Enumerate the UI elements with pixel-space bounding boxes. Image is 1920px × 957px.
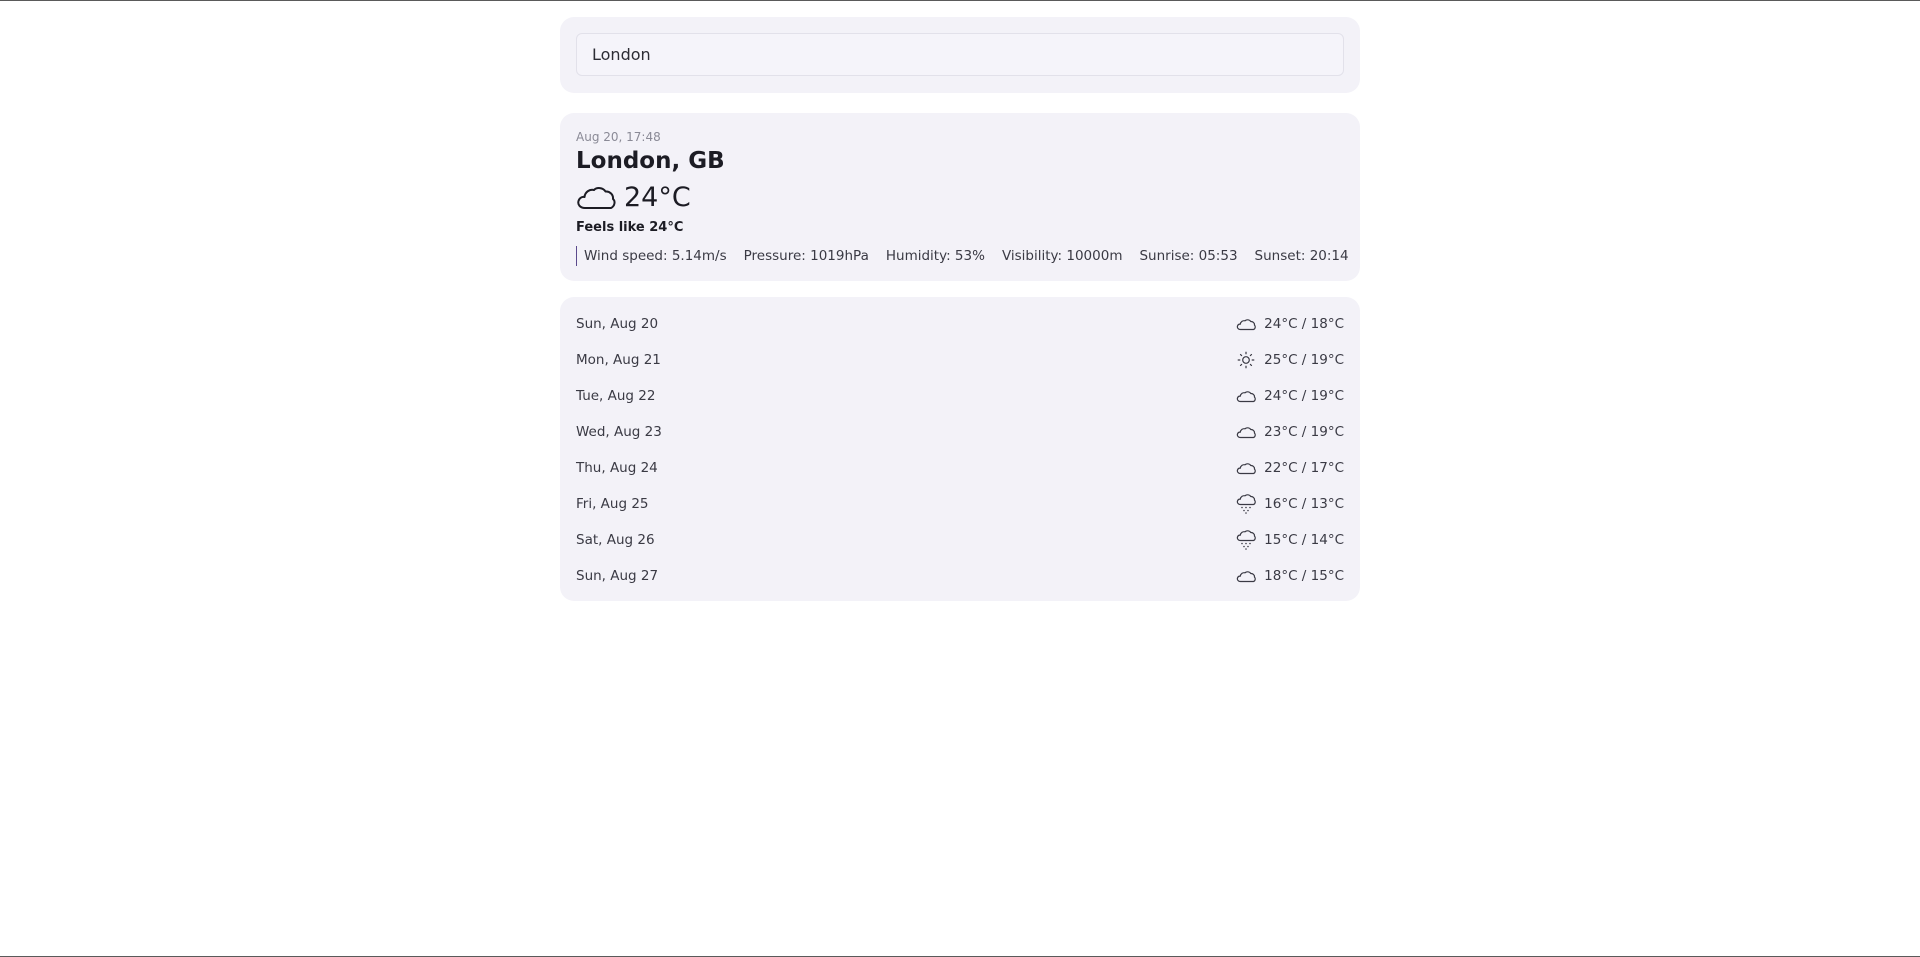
forecast-conditions: 22°C / 17°C (1236, 460, 1344, 476)
cloud-icon (1236, 569, 1264, 583)
weather-details: Wind speed: 5.14m/s Pressure: 1019hPa Hu… (576, 246, 1349, 266)
pressure: Pressure: 1019hPa (743, 248, 869, 264)
forecast-temps: 24°C / 19°C (1264, 388, 1344, 404)
forecast-day: Tue, Aug 22 (576, 388, 656, 404)
wind-speed: Wind speed: 5.14m/s (584, 248, 727, 264)
forecast-conditions: 23°C / 19°C (1236, 424, 1344, 440)
forecast-row: Fri, Aug 25 16°C / 13°C (576, 486, 1344, 522)
current-temperature: 24°C (624, 182, 691, 213)
cloud-icon (1236, 317, 1264, 331)
forecast-temps: 18°C / 15°C (1264, 568, 1344, 584)
humidity: Humidity: 53% (885, 248, 985, 264)
sunrise: Sunrise: 05:53 (1139, 248, 1238, 264)
forecast-row: Sat, Aug 26 15°C / 14°C (576, 522, 1344, 558)
forecast-day: Mon, Aug 21 (576, 352, 661, 368)
feels-like: Feels like 24°C (576, 220, 684, 235)
cloud-icon (1236, 461, 1264, 475)
forecast-row: Thu, Aug 24 22°C / 17°C (576, 450, 1344, 486)
forecast-card: Sun, Aug 20 24°C / 18°C Mon, Aug 21 25°C / … (560, 297, 1360, 601)
cloud-icon (576, 185, 616, 211)
forecast-conditions: 25°C / 19°C (1236, 351, 1344, 369)
forecast-row: Mon, Aug 21 25°C / 19°C (576, 342, 1344, 378)
sun-icon (1236, 351, 1264, 369)
visibility: Visibility: 10000m (1001, 248, 1123, 264)
forecast-day: Thu, Aug 24 (576, 460, 658, 476)
sunset: Sunset: 20:14 (1254, 248, 1349, 264)
forecast-conditions: 18°C / 15°C (1236, 568, 1344, 584)
forecast-temps: 22°C / 17°C (1264, 460, 1344, 476)
current-weather-card: Aug 20, 17:48 London, GB 24°C Feels like… (560, 113, 1360, 281)
forecast-row: Sun, Aug 27 18°C / 15°C (576, 558, 1344, 594)
forecast-temps: 15°C / 14°C (1264, 532, 1344, 548)
current-temperature-row: 24°C (576, 180, 1344, 216)
forecast-temps: 25°C / 19°C (1264, 352, 1344, 368)
forecast-day: Sun, Aug 27 (576, 568, 659, 584)
forecast-day: Sun, Aug 20 (576, 316, 659, 332)
forecast-conditions: 16°C / 13°C (1236, 494, 1344, 514)
forecast-temps: 23°C / 19°C (1264, 424, 1344, 440)
forecast-day: Wed, Aug 23 (576, 424, 662, 440)
cloud-icon (1236, 425, 1264, 439)
forecast-row: Tue, Aug 22 24°C / 19°C (576, 378, 1344, 414)
current-city: London, GB (576, 148, 725, 174)
forecast-conditions: 15°C / 14°C (1236, 530, 1344, 550)
forecast-day: Fri, Aug 25 (576, 496, 649, 512)
rain-icon (1236, 530, 1264, 550)
cloud-icon (1236, 389, 1264, 403)
forecast-temps: 24°C / 18°C (1264, 316, 1344, 332)
current-date: Aug 20, 17:48 (576, 130, 661, 144)
forecast-row: Sun, Aug 20 24°C / 18°C (576, 306, 1344, 342)
search-card (560, 17, 1360, 93)
forecast-row: Wed, Aug 23 23°C / 19°C (576, 414, 1344, 450)
forecast-conditions: 24°C / 19°C (1236, 388, 1344, 404)
forecast-conditions: 24°C / 18°C (1236, 316, 1344, 332)
forecast-temps: 16°C / 13°C (1264, 496, 1344, 512)
rain-icon (1236, 494, 1264, 514)
city-search-input[interactable] (576, 33, 1344, 76)
forecast-day: Sat, Aug 26 (576, 532, 655, 548)
